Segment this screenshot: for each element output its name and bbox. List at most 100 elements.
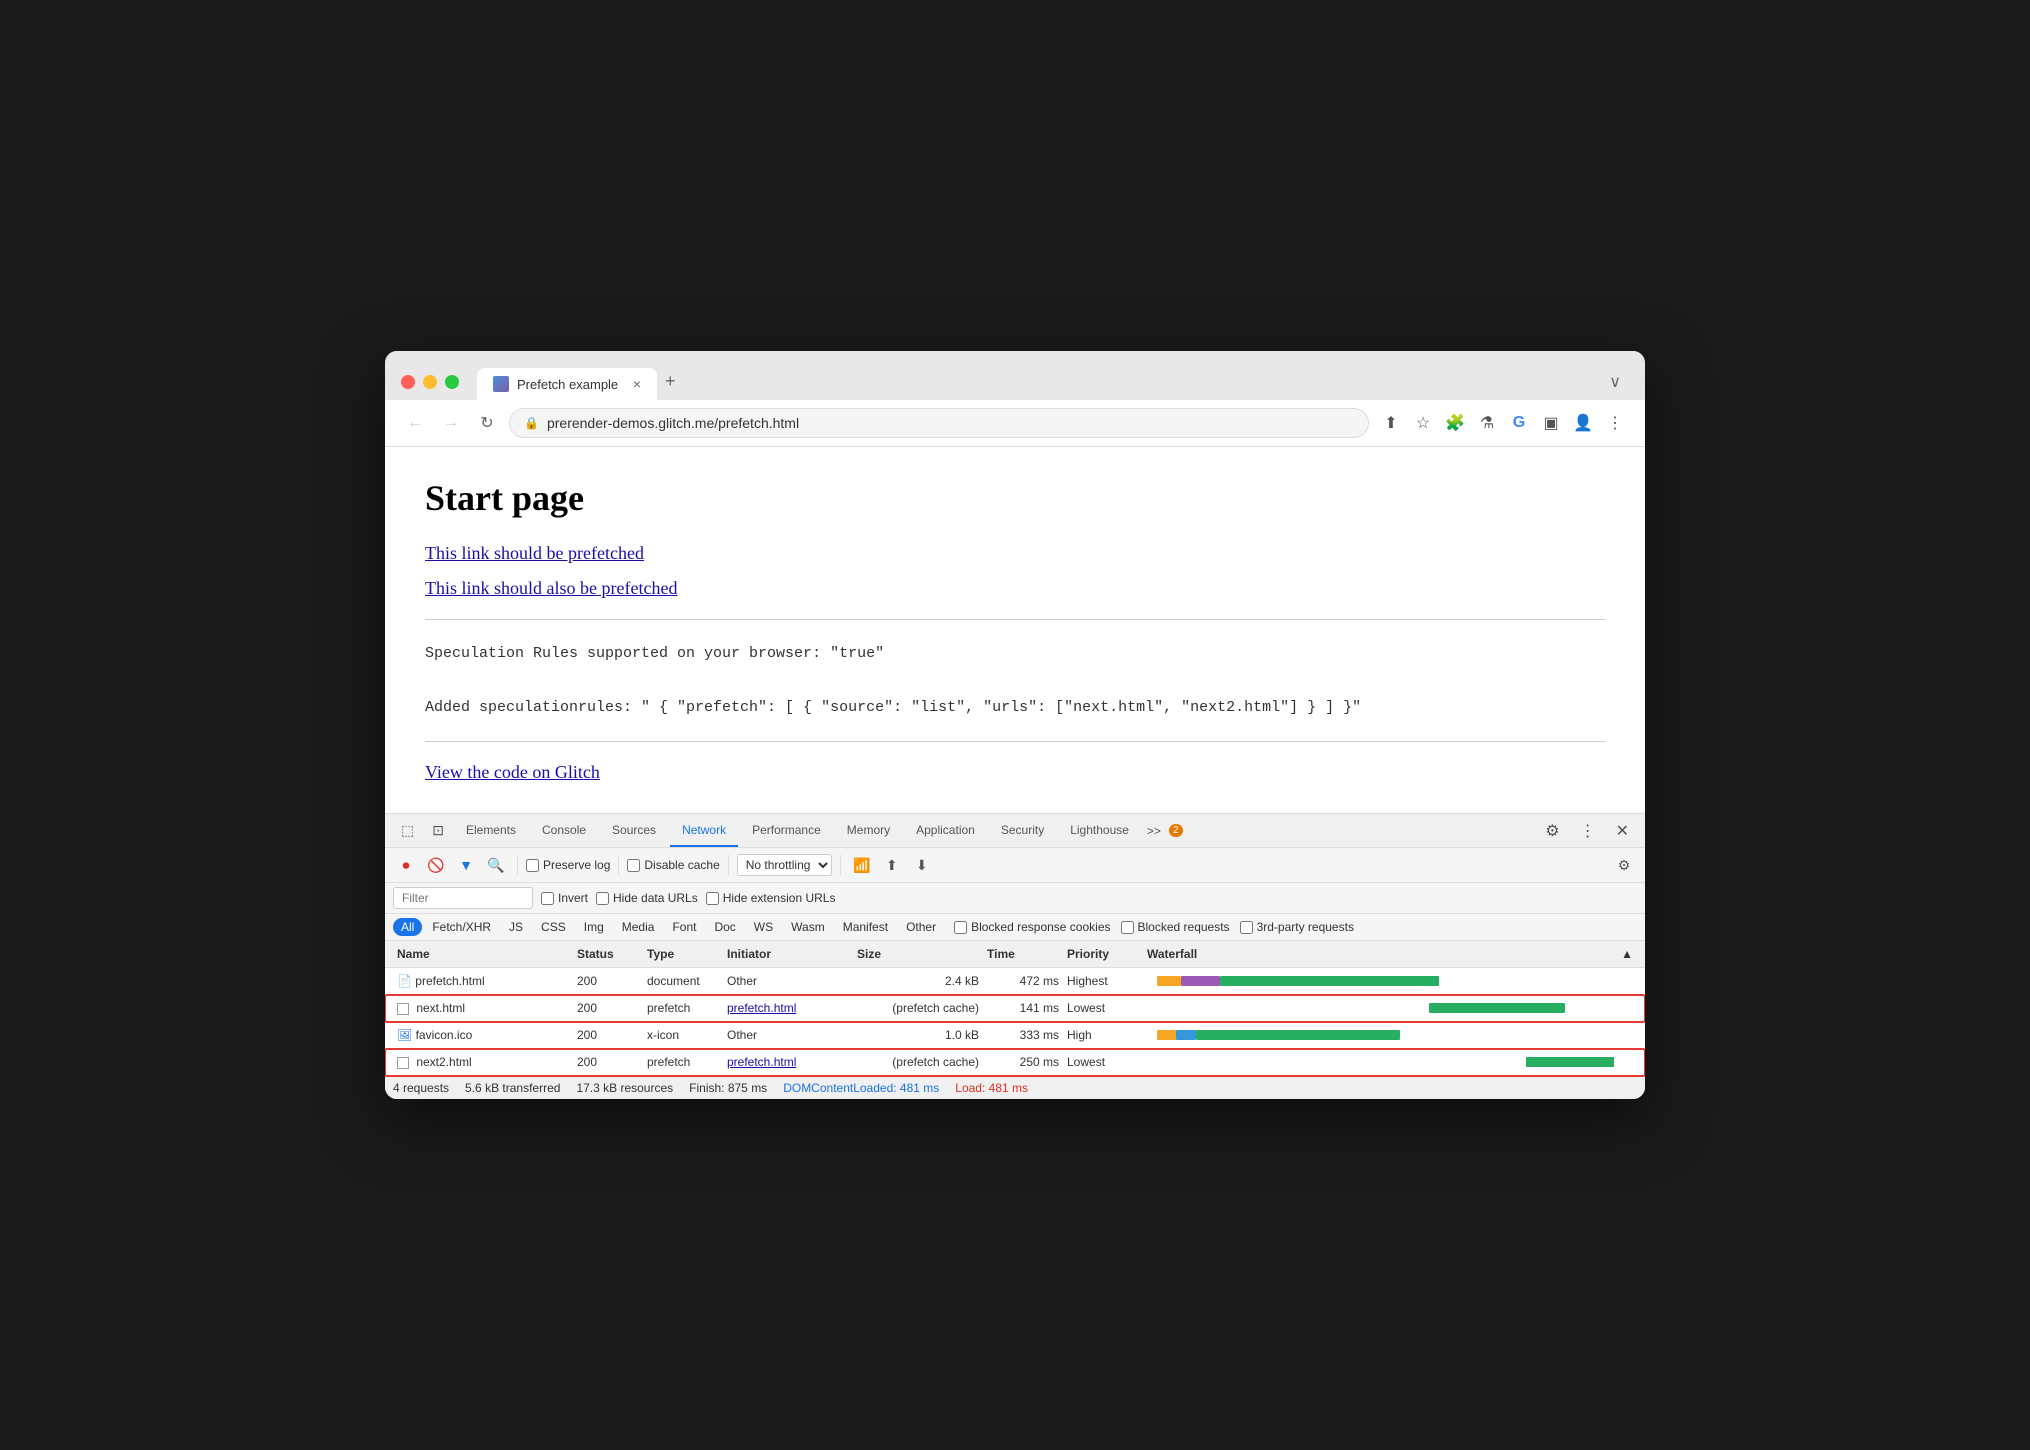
row-initiator[interactable]: prefetch.html	[723, 999, 853, 1017]
hide-data-urls-checkbox[interactable]	[596, 892, 609, 905]
type-img-button[interactable]: Img	[576, 918, 612, 936]
hide-data-urls-label[interactable]: Hide data URLs	[596, 891, 698, 905]
tab-console[interactable]: Console	[530, 815, 598, 847]
tab-dropdown-button[interactable]: ∨	[1601, 364, 1629, 400]
third-party-checkbox[interactable]	[1240, 921, 1253, 934]
active-tab[interactable]: Prefetch example ×	[477, 368, 657, 400]
network-settings-button[interactable]: ⚙	[1611, 852, 1637, 878]
menu-button[interactable]: ⋮	[1601, 409, 1629, 437]
type-doc-button[interactable]: Doc	[706, 918, 743, 936]
bookmark-button[interactable]: ☆	[1409, 409, 1437, 437]
preserve-log-label[interactable]: Preserve log	[526, 858, 610, 872]
table-row[interactable]: 🖼 favicon.ico 200 x-icon Other 1.0 kB 33…	[385, 1022, 1645, 1049]
row-size: (prefetch cache)	[853, 1053, 983, 1071]
new-tab-button[interactable]: +	[657, 363, 684, 400]
close-devtools-button[interactable]: ✕	[1608, 817, 1637, 845]
forward-button[interactable]: →	[437, 409, 465, 437]
col-time[interactable]: Time	[983, 945, 1063, 963]
experiments-button[interactable]: ⚗	[1473, 409, 1501, 437]
blocked-requests-label[interactable]: Blocked requests	[1121, 920, 1230, 934]
tab-title: Prefetch example	[517, 377, 618, 392]
extensions-button[interactable]: 🧩	[1441, 409, 1469, 437]
invert-checkbox[interactable]	[541, 892, 554, 905]
type-media-button[interactable]: Media	[614, 918, 663, 936]
google-button[interactable]: G	[1505, 409, 1533, 437]
type-fetchxhr-button[interactable]: Fetch/XHR	[424, 918, 499, 936]
blocked-cookies-label[interactable]: Blocked response cookies	[954, 920, 1110, 934]
maximize-button[interactable]	[445, 375, 459, 389]
tab-network[interactable]: Network	[670, 815, 738, 847]
table-row[interactable]: 📄 prefetch.html 200 document Other 2.4 k…	[385, 968, 1645, 995]
more-options-button[interactable]: ⋮	[1572, 817, 1604, 845]
search-button[interactable]: 🔍	[483, 852, 509, 878]
close-button[interactable]	[401, 375, 415, 389]
type-manifest-button[interactable]: Manifest	[835, 918, 896, 936]
col-name[interactable]: Name	[393, 945, 573, 963]
col-status[interactable]: Status	[573, 945, 643, 963]
tab-memory[interactable]: Memory	[835, 815, 902, 847]
col-waterfall[interactable]: Waterfall ▲	[1143, 945, 1637, 963]
row-status: 200	[573, 1026, 643, 1044]
blocked-requests-checkbox[interactable]	[1121, 921, 1134, 934]
prefetch-link-2[interactable]: This link should also be prefetched	[425, 578, 1605, 599]
type-font-button[interactable]: Font	[664, 918, 704, 936]
checkbox-icon	[397, 1003, 409, 1015]
type-js-button[interactable]: JS	[501, 918, 531, 936]
row-initiator[interactable]: prefetch.html	[723, 1053, 853, 1071]
col-type[interactable]: Type	[643, 945, 723, 963]
record-button[interactable]: ⏺	[393, 852, 419, 878]
reading-mode-button[interactable]: ▣	[1537, 409, 1565, 437]
share-button[interactable]: ⬆	[1377, 409, 1405, 437]
type-ws-button[interactable]: WS	[746, 918, 781, 936]
devtools-actions: ⚙ ⋮ ✕	[1537, 817, 1637, 845]
sep-4	[840, 855, 841, 875]
address-bar[interactable]: 🔒 prerender-demos.glitch.me/prefetch.htm…	[509, 408, 1369, 438]
tab-security[interactable]: Security	[989, 815, 1056, 847]
glitch-link[interactable]: View the code on Glitch	[425, 762, 600, 782]
invert-label[interactable]: Invert	[541, 891, 588, 905]
tab-close-button[interactable]: ×	[633, 376, 641, 392]
hide-ext-checkbox[interactable]	[706, 892, 719, 905]
browser-window: Prefetch example × + ∨ ← → ↻ 🔒 prerender…	[385, 351, 1645, 1099]
row-size: (prefetch cache)	[853, 999, 983, 1017]
third-party-label[interactable]: 3rd-party requests	[1240, 920, 1354, 934]
devtools-tab-bar: ⬚ ⊡ Elements Console Sources Network Per…	[385, 814, 1645, 848]
type-other-button[interactable]: Other	[898, 918, 944, 936]
inspector-icon[interactable]: ⬚	[393, 814, 422, 847]
wifi-icon[interactable]: 📶	[849, 852, 875, 878]
row-waterfall	[1143, 1054, 1637, 1070]
upload-button[interactable]: ⬆	[879, 852, 905, 878]
blocked-cookies-checkbox[interactable]	[954, 921, 967, 934]
device-icon[interactable]: ⊡	[424, 814, 452, 847]
tab-performance[interactable]: Performance	[740, 815, 833, 847]
more-tabs-button[interactable]: >>	[1143, 816, 1165, 846]
sep-1	[517, 855, 518, 875]
tab-lighthouse[interactable]: Lighthouse	[1058, 815, 1141, 847]
tab-sources[interactable]: Sources	[600, 815, 668, 847]
clear-button[interactable]: 🚫	[423, 852, 449, 878]
type-wasm-button[interactable]: Wasm	[783, 918, 833, 936]
filter-icon[interactable]: ▼	[453, 852, 479, 878]
preserve-log-checkbox[interactable]	[526, 859, 539, 872]
col-priority[interactable]: Priority	[1063, 945, 1143, 963]
download-button[interactable]: ⬇	[909, 852, 935, 878]
prefetch-link-1[interactable]: This link should be prefetched	[425, 543, 1605, 564]
table-row[interactable]: next2.html 200 prefetch prefetch.html (p…	[385, 1049, 1645, 1076]
disable-cache-label[interactable]: Disable cache	[627, 858, 719, 872]
type-css-button[interactable]: CSS	[533, 918, 574, 936]
table-row[interactable]: next.html 200 prefetch prefetch.html (pr…	[385, 995, 1645, 1022]
col-initiator[interactable]: Initiator	[723, 945, 853, 963]
filter-input[interactable]	[393, 887, 533, 909]
profile-button[interactable]: 👤	[1569, 409, 1597, 437]
tab-elements[interactable]: Elements	[454, 815, 528, 847]
minimize-button[interactable]	[423, 375, 437, 389]
throttle-select[interactable]: No throttling	[737, 854, 832, 876]
disable-cache-checkbox[interactable]	[627, 859, 640, 872]
hide-ext-label[interactable]: Hide extension URLs	[706, 891, 836, 905]
type-all-button[interactable]: All	[393, 918, 422, 936]
back-button[interactable]: ←	[401, 409, 429, 437]
col-size[interactable]: Size	[853, 945, 983, 963]
tab-application[interactable]: Application	[904, 815, 987, 847]
refresh-button[interactable]: ↻	[473, 409, 501, 437]
settings-button[interactable]: ⚙	[1537, 817, 1567, 845]
